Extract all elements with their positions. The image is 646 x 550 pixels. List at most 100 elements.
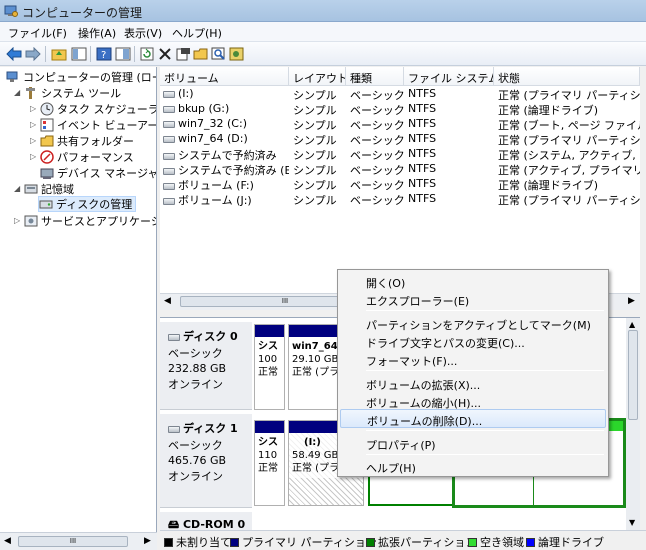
partition-disk1-system[interactable]: シス 110 正常 (254, 420, 285, 506)
scroll-thumb[interactable] (628, 330, 638, 420)
menu-delete-volume[interactable]: ボリュームの削除(D)... (340, 409, 606, 428)
tree-item-task-scheduler[interactable]: タスク スケジューラ (40, 101, 156, 117)
computer-management-icon (6, 71, 18, 82)
volume-name-text: (I:) (178, 87, 194, 100)
tree-item-disk-management[interactable]: ディスクの管理 (38, 196, 137, 212)
drive-icon (163, 135, 175, 143)
scroll-left-icon[interactable]: ◀ (4, 536, 11, 546)
cdrom-label[interactable]: 🖴 CD-ROM 0 (160, 512, 252, 532)
volume-name: bkup (G:) (163, 102, 289, 115)
device-manager-icon (40, 168, 54, 179)
disk-0-label[interactable]: ディスク 0 ベーシック 232.88 GB オンライン (160, 322, 252, 410)
drive-icon (163, 197, 175, 205)
tree-label-device-manager: デバイス マネージャー (57, 167, 156, 180)
menu-change-drive-letter[interactable]: ドライブ文字とパスの変更(C)... (340, 332, 606, 351)
legend-logical-drive: 論理ドライブ (526, 534, 604, 550)
table-row[interactable]: (I:) シンプル ベーシック NTFS 正常 (プライマリ パーティション (160, 86, 640, 102)
table-row[interactable]: システムで予約済み (E:) シンプル ベーシック NTFS 正常 (アクティブ… (160, 161, 640, 177)
menu-help[interactable]: ヘルプ(H) (172, 25, 222, 41)
tree-item-device-manager[interactable]: デバイス マネージャー (40, 165, 156, 181)
delete-icon[interactable] (156, 45, 174, 63)
disk-0-size: 232.88 GB (168, 362, 227, 375)
open-icon[interactable] (192, 45, 210, 63)
properties-pane-icon[interactable] (114, 45, 132, 63)
legend-label: 論理ドライブ (538, 536, 604, 549)
drive-icon (163, 105, 175, 113)
table-row[interactable]: win7_64 (D:) シンプル ベーシック NTFS 正常 (プライマリ パ… (160, 131, 640, 147)
tree-item-event-viewer[interactable]: イベント ビューアー (40, 117, 156, 133)
scroll-up-icon[interactable]: ▲ (629, 320, 635, 329)
up-folder-icon[interactable] (50, 45, 68, 63)
collapsed-arrow-icon[interactable]: ▷ (30, 152, 36, 161)
help-icon[interactable]: ? (95, 45, 113, 63)
column-volume[interactable]: ボリューム (160, 67, 289, 86)
scroll-thumb[interactable]: III (18, 536, 128, 547)
scroll-right-icon[interactable]: ▶ (144, 536, 151, 546)
scroll-down-icon[interactable]: ▼ (629, 518, 635, 527)
menu-properties[interactable]: プロパティ(P) (340, 434, 606, 453)
expand-arrow-icon[interactable]: ◢ (14, 184, 20, 193)
volume-name-text: win7_32 (C:) (178, 117, 247, 130)
table-row[interactable]: bkup (G:) シンプル ベーシック NTFS 正常 (論理ドライブ) (160, 101, 640, 117)
menu-bar: ファイル(F) 操作(A) 表示(V) ヘルプ(H) (0, 22, 646, 42)
tree-item-storage[interactable]: 記憶域 (24, 181, 74, 197)
table-row[interactable]: ボリューム (F:) シンプル ベーシック NTFS 正常 (論理ドライブ) (160, 176, 640, 192)
menu-explorer[interactable]: エクスプローラー(E) (340, 290, 606, 309)
tree-item-root[interactable]: コンピューターの管理 (ローカ (6, 69, 156, 85)
tree-horizontal-scrollbar[interactable]: ◀ III ▶ (0, 532, 157, 550)
disk-0-type: ベーシック (168, 347, 223, 360)
back-arrow-icon[interactable] (5, 45, 23, 63)
table-row[interactable]: ボリューム (J:) シンプル ベーシック NTFS 正常 (プライマリ パーテ… (160, 191, 640, 207)
show-hide-tree-icon[interactable] (70, 45, 88, 63)
navigation-tree: コンピューターの管理 (ローカ ◢ システム ツール ▷ タスク スケジューラ … (0, 67, 157, 532)
tree-item-services-apps[interactable]: サービスとアプリケーショ (24, 213, 156, 229)
table-row[interactable]: システムで予約済み シンプル ベーシック NTFS 正常 (システム, アクティ… (160, 146, 640, 162)
column-status[interactable]: 状態 (494, 67, 640, 86)
collapsed-arrow-icon[interactable]: ▷ (30, 136, 36, 145)
column-filesystem[interactable]: ファイル システム (404, 67, 494, 86)
disk-1-label[interactable]: ディスク 1 ベーシック 465.76 GB オンライン (160, 414, 252, 508)
storage-icon (24, 184, 38, 194)
menu-action[interactable]: 操作(A) (78, 25, 116, 41)
collapsed-arrow-icon[interactable]: ▷ (30, 104, 36, 113)
partition-disk0-system[interactable]: シス 100 正常 (254, 324, 285, 410)
svg-text:?: ? (101, 50, 106, 61)
tree-label-root: コンピューターの管理 (ローカ (23, 71, 156, 84)
forward-arrow-icon[interactable] (24, 45, 42, 63)
volume-fs: NTFS (408, 162, 437, 175)
volume-fs: NTFS (408, 147, 437, 160)
tree-label-shared-folders: 共有フォルダー (57, 135, 134, 148)
search-icon[interactable] (210, 45, 228, 63)
partition-status: 正常 (258, 367, 278, 378)
menu-format[interactable]: フォーマット(F)... (340, 350, 606, 369)
menu-file[interactable]: ファイル(F) (8, 25, 67, 41)
column-type[interactable]: 種類 (346, 67, 404, 86)
expand-arrow-icon[interactable]: ◢ (14, 88, 20, 97)
menu-open[interactable]: 開く(O) (340, 272, 606, 291)
table-row[interactable]: win7_32 (C:) シンプル ベーシック NTFS 正常 (ブート, ペー… (160, 116, 640, 132)
legend-extended: 拡張パーティション (366, 534, 476, 550)
volume-name: win7_32 (C:) (163, 117, 289, 130)
collapsed-arrow-icon[interactable]: ▷ (30, 120, 36, 129)
scroll-grip: III (281, 297, 289, 305)
scroll-right-icon[interactable]: ▶ (628, 296, 635, 306)
menu-extend-volume[interactable]: ボリュームの拡張(X)... (340, 374, 606, 393)
properties-icon[interactable] (174, 45, 192, 63)
partition-disk0-win7-64[interactable]: win7_64 29.10 GB 正常 (プラ (288, 324, 340, 410)
scroll-left-icon[interactable]: ◀ (164, 296, 171, 306)
volume-name: (I:) (163, 87, 289, 100)
tree-item-system-tools[interactable]: システム ツール (24, 85, 121, 101)
menu-mark-active[interactable]: パーティションをアクティブとしてマーク(M) (340, 314, 606, 333)
column-layout[interactable]: レイアウト (289, 67, 346, 86)
tree-item-performance[interactable]: パフォーマンス (40, 149, 134, 165)
disk-vertical-scrollbar[interactable]: ▲ ▼ (626, 318, 640, 531)
computer-management-icon (4, 5, 18, 17)
settings-icon[interactable] (228, 45, 246, 63)
partition-name: (I:) (304, 437, 321, 448)
collapsed-arrow-icon[interactable]: ▷ (14, 216, 20, 225)
refresh-icon[interactable] (138, 45, 156, 63)
menu-help-item[interactable]: ヘルプ(H) (340, 457, 606, 476)
menu-view[interactable]: 表示(V) (124, 25, 162, 41)
shared-folder-icon (40, 135, 54, 147)
tree-item-shared-folders[interactable]: 共有フォルダー (40, 133, 134, 149)
